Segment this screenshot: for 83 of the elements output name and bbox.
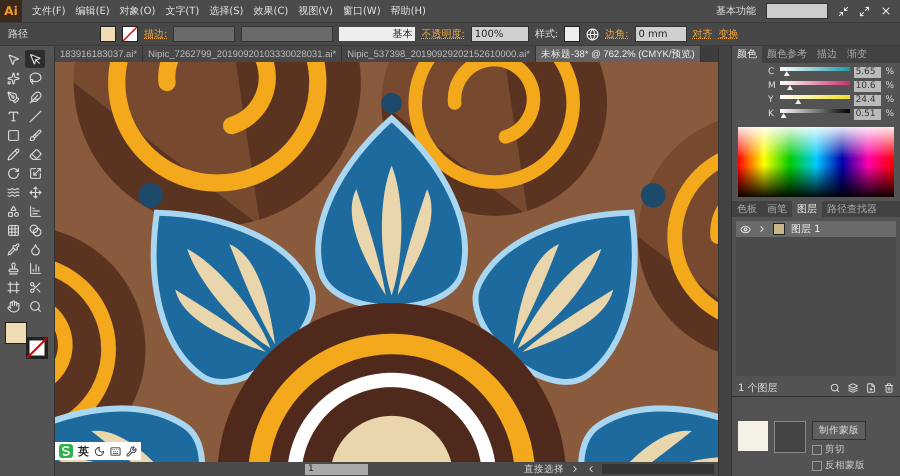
status-tool-label: 直接选择 xyxy=(524,462,564,476)
document-tab[interactable]: Nipic_537398_20190929202152610000.ai* xyxy=(342,46,536,62)
channel-label: M xyxy=(768,81,776,92)
layer-row[interactable]: 图层 1 xyxy=(736,221,896,238)
maximize-icon[interactable] xyxy=(859,6,870,16)
channel-value-field[interactable]: 24.4 xyxy=(854,94,882,106)
moon-icon[interactable] xyxy=(94,446,105,456)
menu-item[interactable]: 视图(V) xyxy=(298,4,333,18)
search-field[interactable] xyxy=(766,3,828,19)
document-tab[interactable]: 183916183037.ai* xyxy=(55,46,144,62)
percent-unit: % xyxy=(885,81,894,92)
stroke-label[interactable]: 描边: xyxy=(144,27,168,41)
object-type-label: 路径 xyxy=(8,28,28,41)
channel-label: K xyxy=(768,109,775,120)
input-method-bar[interactable]: 英 xyxy=(55,442,141,460)
layers-icon[interactable] xyxy=(848,383,858,394)
app-logo: Ai xyxy=(0,0,22,22)
menu-item[interactable]: 效果(C) xyxy=(253,4,288,18)
align-link[interactable]: 对齐 xyxy=(692,27,712,41)
make-mask-button[interactable]: 制作蒙版 xyxy=(812,421,866,440)
panel-tab[interactable]: 路径查找器 xyxy=(822,200,882,218)
mask-option-checkbox[interactable]: 反相蒙版 xyxy=(812,459,866,472)
percent-unit: % xyxy=(885,95,894,106)
artwork-thumbnail xyxy=(738,421,768,451)
percent-unit: % xyxy=(885,67,894,78)
stroke-color-box[interactable] xyxy=(26,337,48,359)
menu-item[interactable]: 帮助(H) xyxy=(390,4,426,18)
channel-label: C xyxy=(768,67,776,78)
globe-icon[interactable] xyxy=(586,28,600,40)
mask-option-checkbox[interactable]: 剪切 xyxy=(812,443,866,456)
wrench-icon[interactable] xyxy=(126,446,137,456)
document-tab[interactable]: 未标题-38* @ 762.2% (CMYK/预览) xyxy=(536,46,701,62)
corner-label[interactable]: 边角: xyxy=(605,27,628,41)
panel-tab[interactable]: 图层 xyxy=(792,200,822,218)
mask-thumbnail xyxy=(774,421,806,453)
corner-field[interactable]: 0 mm xyxy=(634,26,686,42)
channel-label: Y xyxy=(768,95,774,106)
visibility-eye-icon[interactable] xyxy=(740,224,751,235)
panel-tab[interactable]: 颜色参考 xyxy=(762,46,812,63)
channel-value-field[interactable]: 0.51 xyxy=(854,108,882,120)
percent-unit: % xyxy=(885,109,894,120)
channel-value-field[interactable]: 10.6 xyxy=(854,80,882,92)
style-swatch[interactable] xyxy=(564,26,580,42)
layer-thumbnail xyxy=(773,223,785,236)
menu-item[interactable]: 窗口(W) xyxy=(342,4,381,18)
menu-item[interactable]: 对象(O) xyxy=(120,4,156,18)
input-mode-label[interactable]: 英 xyxy=(78,444,89,458)
keyboard-icon[interactable] xyxy=(110,446,121,456)
panel-tab[interactable]: 画笔 xyxy=(762,200,792,218)
menu-item[interactable]: 编辑(E) xyxy=(76,4,110,18)
channel-slider-thumb[interactable] xyxy=(784,71,790,76)
channel-slider-thumb[interactable] xyxy=(780,113,787,118)
channel-slider-thumb[interactable] xyxy=(786,85,793,90)
opacity-label[interactable]: 不透明度: xyxy=(421,27,465,41)
new-layer-icon[interactable] xyxy=(866,383,876,394)
opacity-field[interactable]: 100% xyxy=(470,26,529,42)
channel-slider-thumb[interactable] xyxy=(795,99,802,104)
stroke-weight-field[interactable] xyxy=(173,26,236,42)
minimize-icon[interactable] xyxy=(838,6,849,16)
input-method-logo-icon xyxy=(59,444,73,458)
layer-count-label: 1 个图层 xyxy=(738,382,779,396)
menu-item[interactable]: 选择(S) xyxy=(209,4,244,18)
artboard-field[interactable]: 1 xyxy=(305,464,368,474)
fill-color-box[interactable] xyxy=(5,322,27,344)
menu-item[interactable]: 文件(F) xyxy=(32,4,66,18)
brush-definition-dropdown[interactable]: 基本 xyxy=(339,27,416,41)
color-spectrum[interactable] xyxy=(738,126,894,197)
menu-item[interactable]: 文字(T) xyxy=(165,4,200,18)
channel-value-field[interactable]: 5.65 xyxy=(854,66,882,78)
panel-tab[interactable]: 颜色 xyxy=(732,46,762,63)
document-tab[interactable]: Nipic_7262799_20190920103330028031.ai* xyxy=(143,46,342,62)
locate-object-icon[interactable] xyxy=(830,383,840,394)
stroke-none-swatch[interactable] xyxy=(122,26,138,42)
panel-tab[interactable]: 描边 xyxy=(812,46,842,63)
fill-swatch[interactable] xyxy=(100,26,116,42)
transform-link[interactable]: 变换 xyxy=(718,27,738,41)
layer-name: 图层 1 xyxy=(791,223,822,236)
panel-tab[interactable]: 色板 xyxy=(732,200,762,218)
close-icon[interactable] xyxy=(880,5,892,17)
workspace-switcher[interactable]: 基本功能 xyxy=(716,4,756,18)
style-label: 样式: xyxy=(534,28,558,41)
delete-icon[interactable] xyxy=(884,383,894,394)
panel-tab[interactable]: 渐变 xyxy=(842,46,872,63)
